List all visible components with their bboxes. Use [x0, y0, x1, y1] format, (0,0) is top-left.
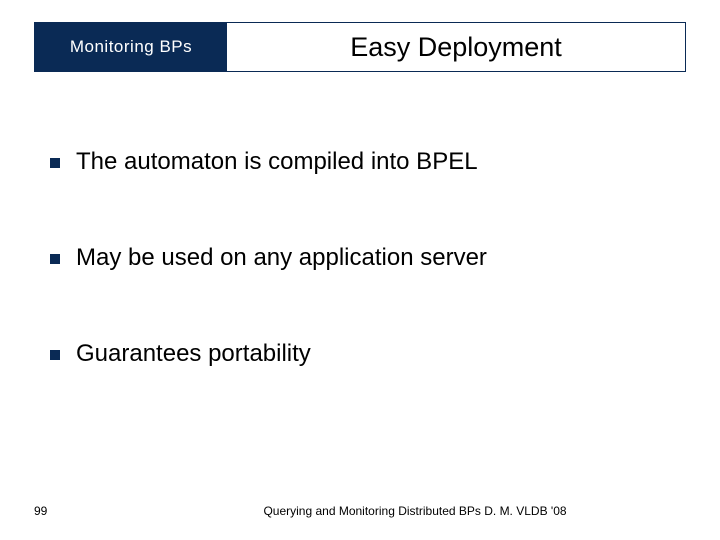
- bullet-icon: [50, 350, 60, 360]
- page-number: 99: [34, 504, 144, 518]
- bullet-list: The automaton is compiled into BPEL May …: [50, 148, 680, 436]
- bullet-text: May be used on any application server: [76, 244, 487, 272]
- bullet-icon: [50, 254, 60, 264]
- slide-footer: 99 Querying and Monitoring Distributed B…: [34, 504, 686, 518]
- list-item: May be used on any application server: [50, 244, 680, 272]
- bullet-icon: [50, 158, 60, 168]
- section-label: Monitoring BPs: [35, 23, 227, 71]
- list-item: Guarantees portability: [50, 340, 680, 368]
- slide-header: Monitoring BPs Easy Deployment: [34, 22, 686, 72]
- list-item: The automaton is compiled into BPEL: [50, 148, 680, 176]
- slide-title: Easy Deployment: [227, 23, 685, 71]
- footer-citation: Querying and Monitoring Distributed BPs …: [144, 504, 686, 518]
- bullet-text: Guarantees portability: [76, 340, 311, 368]
- bullet-text: The automaton is compiled into BPEL: [76, 148, 478, 176]
